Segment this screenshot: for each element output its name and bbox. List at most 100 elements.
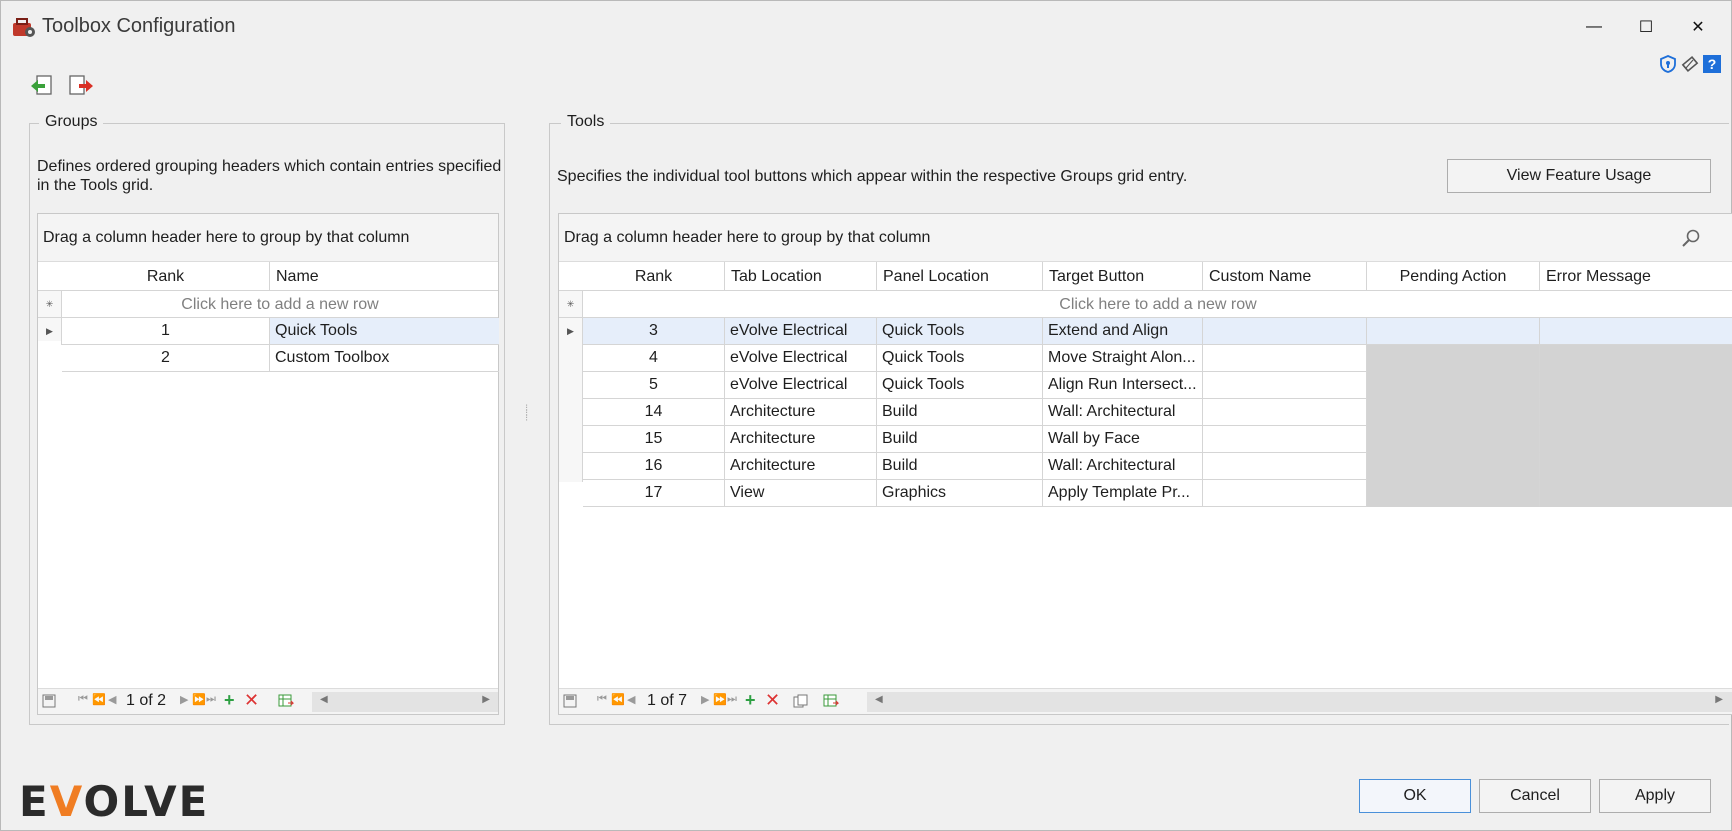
table-row[interactable]: ▶ 3 eVolve Electrical Quick Tools Extend… <box>559 318 1732 345</box>
cell-panel-location[interactable]: Build <box>877 453 1043 480</box>
apply-button[interactable]: Apply <box>1599 779 1711 813</box>
prev-page-icon[interactable]: ⏪ <box>611 693 625 706</box>
scroll-left-icon[interactable]: ◀ <box>875 694 883 705</box>
first-page-icon[interactable]: ⏮ <box>597 693 607 706</box>
shield-icon[interactable] <box>1659 55 1677 73</box>
table-row[interactable]: 17 View Graphics Apply Template Pr... <box>559 480 1732 507</box>
minimize-button[interactable]: — <box>1569 11 1619 43</box>
scroll-left-icon[interactable]: ◀ <box>320 694 328 705</box>
first-page-icon[interactable]: ⏮ <box>78 693 88 706</box>
cell-target-button[interactable]: Move Straight Alon... <box>1043 345 1203 372</box>
cell-tab-location[interactable]: View <box>725 480 877 507</box>
column-header-target-button[interactable]: Target Button <box>1043 262 1203 291</box>
cell-target-button[interactable]: Extend and Align <box>1043 318 1203 345</box>
cancel-button[interactable]: Cancel <box>1479 779 1591 813</box>
save-layout-icon[interactable] <box>42 694 56 708</box>
cell-panel-location[interactable]: Build <box>877 399 1043 426</box>
maximize-button[interactable]: ☐ <box>1621 11 1671 43</box>
next-record-icon[interactable]: ▶ <box>180 693 188 706</box>
cell-custom-name[interactable] <box>1203 480 1367 507</box>
add-record-icon[interactable]: + <box>224 690 235 711</box>
cell-rank[interactable]: 4 <box>583 345 725 372</box>
cell-tab-location[interactable]: Architecture <box>725 426 877 453</box>
view-feature-usage-button[interactable]: View Feature Usage <box>1447 159 1711 193</box>
cell-rank[interactable]: 5 <box>583 372 725 399</box>
cell-rank[interactable]: 2 <box>62 345 270 372</box>
column-header-pending-action[interactable]: Pending Action <box>1367 262 1540 291</box>
column-header-custom-name[interactable]: Custom Name <box>1203 262 1367 291</box>
last-page-icon[interactable]: ⏭ <box>727 693 737 706</box>
cell-custom-name[interactable] <box>1203 426 1367 453</box>
help-icon[interactable]: ? <box>1703 55 1721 73</box>
export-grid-icon[interactable] <box>823 694 839 708</box>
prev-record-icon[interactable]: ◀ <box>108 693 116 706</box>
prev-record-icon[interactable]: ◀ <box>627 693 635 706</box>
close-button[interactable]: ✕ <box>1673 11 1723 43</box>
export-grid-icon[interactable] <box>278 694 294 708</box>
cell-name[interactable]: Quick Tools <box>270 318 499 345</box>
scroll-right-icon[interactable]: ▶ <box>482 694 490 705</box>
tools-new-row[interactable]: ✳ Click here to add a new row <box>559 291 1732 318</box>
groups-horizontal-scrollbar[interactable]: ◀ ▶ <box>312 692 498 712</box>
column-header-name[interactable]: Name <box>270 262 499 291</box>
cell-tab-location[interactable]: eVolve Electrical <box>725 318 877 345</box>
cell-rank[interactable]: 1 <box>62 318 270 345</box>
next-page-icon[interactable]: ⏩ <box>713 693 727 706</box>
next-page-icon[interactable]: ⏩ <box>192 693 206 706</box>
prev-page-icon[interactable]: ⏪ <box>92 693 106 706</box>
column-header-panel-location[interactable]: Panel Location <box>877 262 1043 291</box>
column-header-error-message[interactable]: Error Message <box>1540 262 1732 291</box>
delete-record-icon[interactable]: ✕ <box>244 690 259 711</box>
column-header-rank[interactable]: Rank <box>62 262 270 291</box>
table-row[interactable]: 2 Custom Toolbox <box>38 345 499 372</box>
cell-target-button[interactable]: Wall: Architectural <box>1043 399 1203 426</box>
cell-panel-location[interactable]: Quick Tools <box>877 345 1043 372</box>
cell-panel-location[interactable]: Quick Tools <box>877 318 1043 345</box>
cell-panel-location[interactable]: Graphics <box>877 480 1043 507</box>
column-header-tab-location[interactable]: Tab Location <box>725 262 877 291</box>
cell-custom-name[interactable] <box>1203 453 1367 480</box>
cell-rank[interactable]: 15 <box>583 426 725 453</box>
column-header-rank[interactable]: Rank <box>583 262 725 291</box>
cell-custom-name[interactable] <box>1203 345 1367 372</box>
cell-tab-location[interactable]: Architecture <box>725 453 877 480</box>
eraser-icon[interactable] <box>1681 55 1699 73</box>
last-page-icon[interactable]: ⏭ <box>206 693 216 706</box>
cell-target-button[interactable]: Wall: Architectural <box>1043 453 1203 480</box>
cell-tab-location[interactable]: Architecture <box>725 399 877 426</box>
cell-rank[interactable]: 14 <box>583 399 725 426</box>
export-icon[interactable] <box>67 73 95 99</box>
groups-group-panel[interactable]: Drag a column header here to group by th… <box>38 214 498 262</box>
cell-tab-location[interactable]: eVolve Electrical <box>725 372 877 399</box>
scroll-right-icon[interactable]: ▶ <box>1715 694 1723 705</box>
tools-group-panel[interactable]: Drag a column header here to group by th… <box>559 214 1732 262</box>
copy-icon[interactable] <box>793 694 809 708</box>
import-icon[interactable] <box>29 73 57 99</box>
cell-custom-name[interactable] <box>1203 318 1367 345</box>
table-row[interactable]: 14 Architecture Build Wall: Architectura… <box>559 399 1732 426</box>
delete-record-icon[interactable]: ✕ <box>765 690 780 711</box>
cell-name[interactable]: Custom Toolbox <box>270 345 499 372</box>
table-row[interactable]: 4 eVolve Electrical Quick Tools Move Str… <box>559 345 1732 372</box>
cell-custom-name[interactable] <box>1203 372 1367 399</box>
table-row[interactable]: 5 eVolve Electrical Quick Tools Align Ru… <box>559 372 1732 399</box>
add-record-icon[interactable]: + <box>745 690 756 711</box>
next-record-icon[interactable]: ▶ <box>701 693 709 706</box>
cell-tab-location[interactable]: eVolve Electrical <box>725 345 877 372</box>
cell-custom-name[interactable] <box>1203 399 1367 426</box>
table-row[interactable]: ▶ 1 Quick Tools <box>38 318 499 345</box>
cell-rank[interactable]: 3 <box>583 318 725 345</box>
splitter-grip[interactable]: ⁝ ⁝ ⁝ <box>525 404 531 428</box>
ok-button[interactable]: OK <box>1359 779 1471 813</box>
cell-rank[interactable]: 17 <box>583 480 725 507</box>
tools-horizontal-scrollbar[interactable]: ◀ ▶ <box>867 692 1732 712</box>
search-icon[interactable] <box>1681 228 1701 248</box>
table-row[interactable]: 16 Architecture Build Wall: Architectura… <box>559 453 1732 480</box>
cell-target-button[interactable]: Wall by Face <box>1043 426 1203 453</box>
table-row[interactable]: 15 Architecture Build Wall by Face <box>559 426 1732 453</box>
cell-target-button[interactable]: Apply Template Pr... <box>1043 480 1203 507</box>
cell-panel-location[interactable]: Quick Tools <box>877 372 1043 399</box>
cell-rank[interactable]: 16 <box>583 453 725 480</box>
cell-panel-location[interactable]: Build <box>877 426 1043 453</box>
cell-target-button[interactable]: Align Run Intersect... <box>1043 372 1203 399</box>
